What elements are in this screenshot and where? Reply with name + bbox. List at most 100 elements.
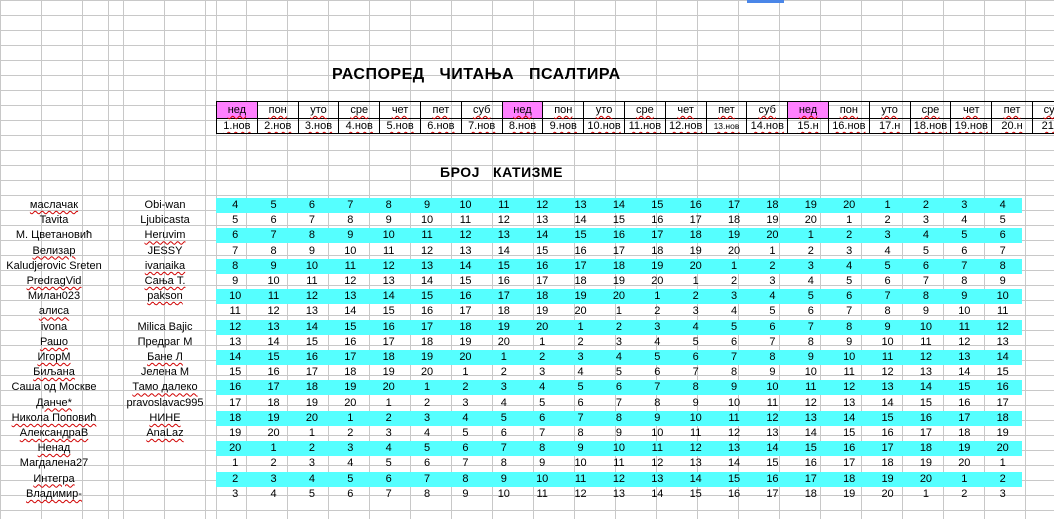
kathisma-cell[interactable]: 14 (792, 426, 830, 441)
kathisma-cell[interactable]: 8 (523, 441, 561, 456)
kathisma-cell[interactable]: 2 (945, 487, 983, 502)
kathisma-cell[interactable]: 16 (331, 335, 369, 350)
kathisma-cell[interactable]: 13 (523, 213, 561, 228)
kathisma-cell[interactable]: 20 (638, 274, 676, 289)
kathisma-cell[interactable]: 13 (254, 320, 292, 335)
kathisma-cell[interactable]: 20 (370, 380, 408, 395)
kathisma-cell[interactable]: 20 (792, 213, 830, 228)
reader-name-2-cell[interactable]: Тамо далеко (114, 380, 216, 395)
kathisma-cell[interactable]: 3 (254, 472, 292, 487)
kathisma-cell[interactable]: 2 (370, 411, 408, 426)
kathisma-cell[interactable]: 3 (868, 228, 906, 243)
kathisma-cell[interactable]: 5 (753, 304, 791, 319)
kathisma-cell[interactable]: 4 (561, 365, 599, 380)
kathisma-cell[interactable]: 20 (907, 472, 945, 487)
kathisma-cell[interactable]: 3 (945, 198, 983, 213)
kathisma-cell[interactable]: 18 (216, 411, 254, 426)
kathisma-cell[interactable]: 12 (561, 487, 599, 502)
kathisma-cell[interactable]: 3 (216, 487, 254, 502)
kathisma-cell[interactable]: 8 (216, 259, 254, 274)
kathisma-cell[interactable]: 13 (715, 441, 753, 456)
kathisma-cell[interactable]: 2 (446, 380, 484, 395)
kathisma-cell[interactable]: 17 (677, 213, 715, 228)
kathisma-cell[interactable]: 7 (293, 213, 331, 228)
kathisma-cell[interactable]: 14 (677, 472, 715, 487)
kathisma-cell[interactable]: 15 (638, 198, 676, 213)
kathisma-cell[interactable]: 17 (868, 441, 906, 456)
kathisma-cell[interactable]: 18 (561, 274, 599, 289)
kathisma-cell[interactable]: 17 (830, 456, 868, 471)
kathisma-subtitle[interactable]: БРОЈ КАТИЗМЕ (440, 164, 563, 180)
kathisma-cell[interactable]: 2 (715, 274, 753, 289)
reader-name-2-cell[interactable]: Milica Bajic (114, 320, 216, 335)
kathisma-cell[interactable]: 18 (600, 259, 638, 274)
kathisma-cell[interactable]: 13 (216, 335, 254, 350)
kathisma-cell[interactable]: 3 (370, 426, 408, 441)
kathisma-cell[interactable]: 3 (792, 259, 830, 274)
kathisma-cell[interactable]: 1 (293, 426, 331, 441)
weekday-cell[interactable]: суб (461, 102, 502, 119)
kathisma-cell[interactable]: 11 (216, 304, 254, 319)
date-cell[interactable]: 12.нов (666, 119, 706, 133)
kathisma-cell[interactable]: 15 (293, 335, 331, 350)
kathisma-cell[interactable]: 4 (293, 472, 331, 487)
kathisma-cell[interactable]: 4 (408, 426, 446, 441)
kathisma-cell[interactable]: 12 (600, 472, 638, 487)
kathisma-cell[interactable]: 18 (984, 411, 1022, 426)
kathisma-cell[interactable]: 13 (638, 472, 676, 487)
kathisma-cell[interactable]: 14 (945, 365, 983, 380)
kathisma-cell[interactable]: 10 (446, 198, 484, 213)
kathisma-cell[interactable]: 6 (984, 228, 1022, 243)
reader-name-2-cell[interactable]: Obi-wan (114, 198, 216, 213)
kathisma-cell[interactable]: 2 (293, 441, 331, 456)
kathisma-cell[interactable]: 7 (216, 244, 254, 259)
kathisma-cell[interactable]: 17 (945, 411, 983, 426)
kathisma-cell[interactable]: 20 (293, 411, 331, 426)
kathisma-cell[interactable]: 13 (792, 411, 830, 426)
kathisma-cell[interactable]: 10 (370, 228, 408, 243)
kathisma-cell[interactable]: 12 (331, 274, 369, 289)
weekday-cell[interactable]: пон (257, 102, 298, 119)
weekday-cell[interactable]: уто (869, 102, 910, 119)
kathisma-cell[interactable]: 5 (293, 487, 331, 502)
header-column[interactable]: нед 1.нов (216, 101, 257, 134)
weekday-cell[interactable]: уто (298, 102, 339, 119)
kathisma-cell[interactable]: 10 (792, 365, 830, 380)
kathisma-cell[interactable]: 2 (830, 228, 868, 243)
kathisma-cell[interactable]: 20 (523, 320, 561, 335)
kathisma-cell[interactable]: 6 (408, 456, 446, 471)
kathisma-cell[interactable]: 9 (331, 228, 369, 243)
kathisma-cell[interactable]: 4 (254, 487, 292, 502)
header-column[interactable]: нед 15.н (787, 101, 828, 134)
header-column[interactable]: чет 5.нов (379, 101, 420, 134)
reader-name-cell[interactable]: Рашо (0, 335, 108, 350)
kathisma-cell[interactable]: 16 (254, 365, 292, 380)
kathisma-cell[interactable]: 2 (408, 396, 446, 411)
kathisma-cell[interactable]: 13 (331, 289, 369, 304)
kathisma-cell[interactable]: 6 (370, 472, 408, 487)
kathisma-cell[interactable]: 18 (945, 426, 983, 441)
reader-name-2-cell[interactable]: Бане Л (114, 350, 216, 365)
kathisma-cell[interactable]: 18 (792, 487, 830, 502)
kathisma-cell[interactable]: 11 (677, 426, 715, 441)
kathisma-cell[interactable]: 19 (331, 380, 369, 395)
header-column[interactable]: уто 17.н (868, 101, 910, 134)
header-column[interactable]: пет 13.нов (705, 101, 747, 134)
kathisma-cell[interactable]: 7 (523, 426, 561, 441)
weekday-cell[interactable]: суб (1032, 102, 1054, 119)
kathisma-cell[interactable]: 1 (331, 411, 369, 426)
kathisma-cell[interactable]: 17 (485, 289, 523, 304)
header-column[interactable]: чет 19.нов (950, 101, 992, 134)
kathisma-cell[interactable]: 19 (830, 487, 868, 502)
kathisma-cell[interactable]: 3 (907, 213, 945, 228)
kathisma-cell[interactable]: 17 (370, 335, 408, 350)
kathisma-cell[interactable]: 18 (868, 456, 906, 471)
date-cell[interactable]: 4.нов (339, 119, 379, 133)
kathisma-cell[interactable]: 9 (446, 487, 484, 502)
kathisma-cell[interactable]: 19 (370, 365, 408, 380)
kathisma-cell[interactable]: 16 (216, 380, 254, 395)
date-cell[interactable]: 17.н (870, 119, 910, 133)
reader-name-2-cell[interactable]: Предраг М (114, 335, 216, 350)
kathisma-cell[interactable]: 18 (331, 365, 369, 380)
kathisma-cell[interactable]: 18 (370, 350, 408, 365)
